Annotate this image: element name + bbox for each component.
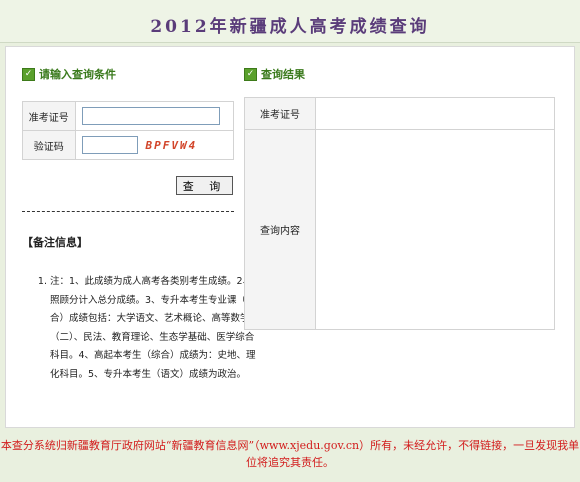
captcha-cell: BPFVW4 — [74, 130, 235, 160]
checkbox-icon: ✓ — [244, 67, 257, 81]
captcha-image[interactable]: BPFVW4 — [146, 139, 198, 152]
result-content-label: 查询内容 — [244, 129, 316, 330]
result-table: 准考证号 查询内容 — [244, 97, 555, 330]
exam-id-input[interactable] — [81, 107, 220, 125]
query-section-heading: ✓ 请输入查询条件 — [22, 66, 116, 82]
query-button[interactable]: 查 询 — [176, 176, 233, 195]
remark-item: 注：1、此成绩为成人高考各类别考生成绩。2、照顾分计入总分成绩。3、专升本考生专… — [50, 273, 256, 384]
exam-id-label: 准考证号 — [22, 101, 76, 131]
checkbox-icon: ✓ — [22, 67, 35, 81]
captcha-label: 验证码 — [22, 130, 76, 160]
result-content-value — [315, 129, 555, 330]
footer-notice: 本查分系统归新疆教育厅政府网站“新疆教育信息网”（www.xjedu.gov.c… — [0, 439, 580, 469]
result-exam-id-label: 准考证号 — [244, 97, 316, 130]
title-bar: 2012年新疆成人高考成绩查询 — [0, 0, 580, 43]
exam-id-cell — [74, 101, 235, 131]
result-section-heading: ✓ 查询结果 — [244, 66, 305, 82]
query-heading-text: 请输入查询条件 — [39, 68, 116, 81]
divider — [22, 211, 234, 212]
result-heading-text: 查询结果 — [261, 68, 305, 81]
remarks-heading: 【备注信息】 — [22, 236, 88, 249]
query-form: 准考证号 验证码 BPFVW4 — [22, 101, 235, 160]
captcha-input[interactable] — [81, 136, 138, 154]
page-title: 2012年新疆成人高考成绩查询 — [150, 17, 430, 37]
result-exam-id-value — [315, 97, 555, 130]
remarks-list: 注：1、此成绩为成人高考各类别考生成绩。2、照顾分计入总分成绩。3、专升本考生专… — [34, 273, 256, 384]
